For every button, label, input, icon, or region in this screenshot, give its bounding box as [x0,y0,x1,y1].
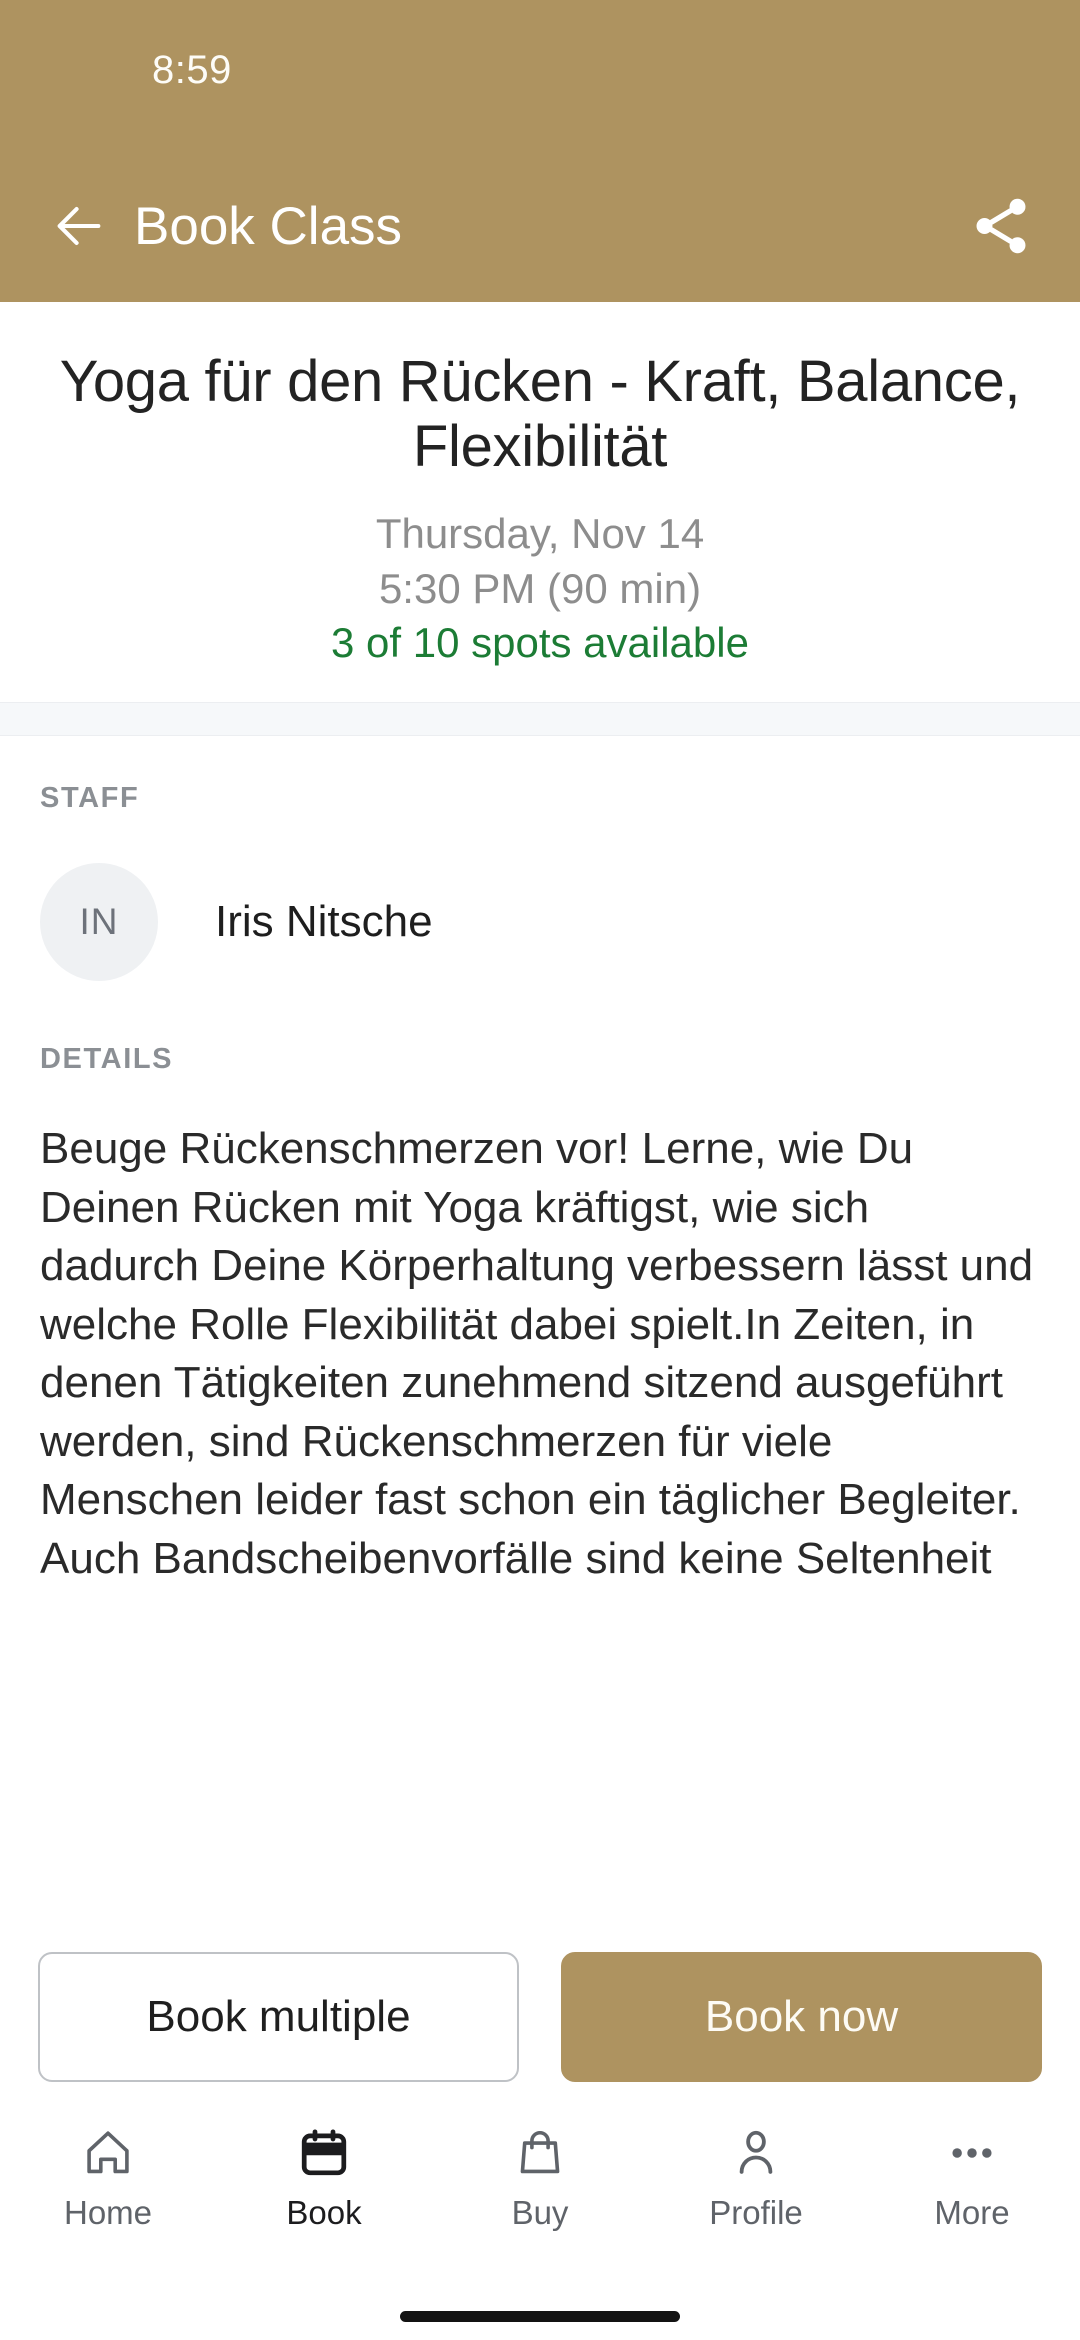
share-button[interactable] [966,191,1036,261]
details-section-label: DETAILS [40,1043,174,1076]
app-bar: Book Class [0,150,1080,302]
class-title: Yoga für den Rücken - Kraft, Balance, Fl… [59,349,1021,479]
home-indicator[interactable] [400,2310,680,2322]
staff-section-label: STAFF [40,782,140,815]
status-bar: 8:59 [0,0,1080,150]
back-arrow-icon [57,207,101,245]
nav-label-profile: Profile [709,2194,803,2231]
staff-name: Iris Nitsche [215,897,433,947]
person-icon [729,2122,783,2184]
page-title: Book Class [134,196,403,256]
staff-row[interactable]: IN Iris Nitsche [40,863,1040,982]
spots-available: 3 of 10 spots available [331,619,749,667]
book-multiple-label: Book multiple [146,1992,411,2041]
ellipsis-icon [945,2122,999,2184]
nav-item-book[interactable]: Book [216,2122,432,2232]
book-now-button[interactable]: Book now [561,1952,1042,2082]
nav-label-more: More [934,2194,1010,2231]
share-icon [976,198,1026,254]
nav-item-profile[interactable]: Profile [648,2122,864,2232]
shopping-bag-icon [513,2122,567,2184]
book-now-label: Book now [704,1992,899,2041]
action-bar: Book multiple Book now [0,1930,1080,2104]
nav-item-buy[interactable]: Buy [432,2122,648,2232]
nav-item-more[interactable]: More [864,2122,1080,2232]
class-summary: Yoga für den Rücken - Kraft, Balance, Fl… [0,302,1080,703]
back-button[interactable] [48,195,110,257]
nav-label-book: Book [286,2194,362,2231]
phone-screen: 8:59 Book Class Yoga für den Rücken - Kr… [0,0,1080,2340]
nav-item-home[interactable]: Home [0,2122,216,2232]
section-divider [0,702,1080,737]
home-icon [81,2122,135,2184]
status-bar-clock: 8:59 [152,48,232,92]
details-text: Beuge Rückenschmerzen vor! Lerne, wie Du… [40,1124,1034,1583]
class-time: 5:30 PM (90 min) [378,564,702,612]
avatar: IN [40,863,158,982]
nav-label-home: Home [63,2194,153,2231]
home-indicator-area [0,2292,1080,2340]
class-date: Thursday, Nov 14 [375,509,705,557]
book-multiple-button[interactable]: Book multiple [38,1952,519,2082]
calendar-icon [297,2122,351,2184]
nav-label-buy: Buy [511,2194,569,2231]
details-scroll-area[interactable]: STAFF IN Iris Nitsche DETAILS Beuge Rück… [0,736,1080,1930]
avatar-initials: IN [79,901,119,943]
bottom-navigation: Home Book Buy Profile More [0,2104,1080,2292]
